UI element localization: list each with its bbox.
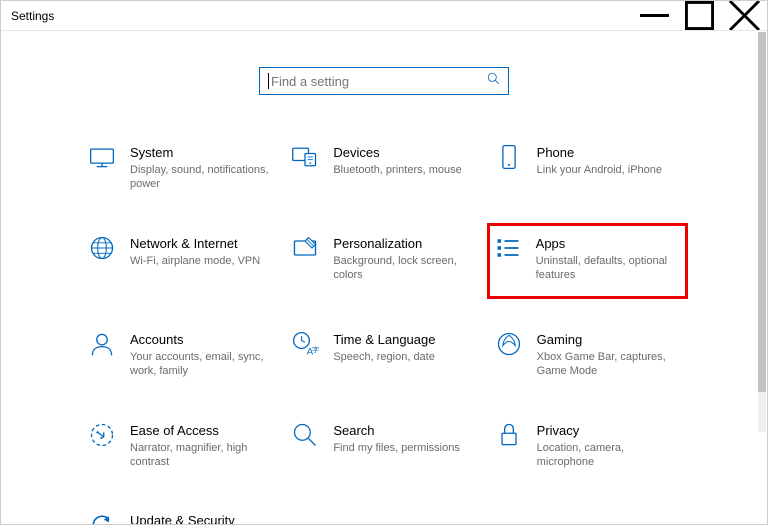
tile-privacy[interactable]: Privacy Location, camera, microphone: [491, 415, 684, 476]
scrollbar-thumb[interactable]: [758, 32, 766, 392]
tile-desc: Background, lock screen, colors: [333, 254, 476, 283]
update-icon: [88, 511, 116, 524]
tile-accounts[interactable]: Accounts Your accounts, email, sync, wor…: [84, 324, 277, 385]
tile-text: Devices Bluetooth, printers, mouse: [333, 143, 476, 177]
tile-text: Apps Uninstall, defaults, optional featu…: [536, 234, 681, 283]
tile-time[interactable]: A字 Time & Language Speech, region, date: [287, 324, 480, 385]
tile-desc: Bluetooth, printers, mouse: [333, 163, 476, 177]
maximize-button[interactable]: [677, 1, 722, 30]
close-button[interactable]: [722, 1, 767, 30]
tile-desc: Location, camera, microphone: [537, 441, 680, 470]
tile-desc: Display, sound, notifications, power: [130, 163, 273, 192]
devices-icon: [291, 143, 319, 171]
tile-text: Update & Security Windows Update, recove…: [130, 511, 273, 524]
ease-of-access-icon: [88, 421, 116, 449]
tile-desc: Xbox Game Bar, captures, Game Mode: [537, 350, 680, 379]
text-cursor: [268, 73, 269, 89]
tile-text: Phone Link your Android, iPhone: [537, 143, 680, 177]
system-icon: [88, 143, 116, 171]
tile-text: Time & Language Speech, region, date: [333, 330, 476, 364]
search-container: [1, 67, 767, 95]
tile-ease[interactable]: Ease of Access Narrator, magnifier, high…: [84, 415, 277, 476]
window-title: Settings: [11, 9, 54, 23]
tile-text: System Display, sound, notifications, po…: [130, 143, 273, 192]
tile-text: Gaming Xbox Game Bar, captures, Game Mod…: [537, 330, 680, 379]
tile-phone[interactable]: Phone Link your Android, iPhone: [491, 137, 684, 198]
search-input[interactable]: [271, 74, 487, 89]
tile-desc: Your accounts, email, sync, work, family: [130, 350, 273, 379]
scrollbar[interactable]: [758, 32, 766, 432]
globe-icon: [88, 234, 116, 262]
tile-text: Ease of Access Narrator, magnifier, high…: [130, 421, 273, 470]
tile-title: Time & Language: [333, 332, 476, 347]
lock-icon: [495, 421, 523, 449]
minimize-button[interactable]: [632, 1, 677, 30]
accounts-icon: [88, 330, 116, 358]
tile-text: Accounts Your accounts, email, sync, wor…: [130, 330, 273, 379]
tile-devices[interactable]: Devices Bluetooth, printers, mouse: [287, 137, 480, 198]
tile-text: Privacy Location, camera, microphone: [537, 421, 680, 470]
tile-title: Gaming: [537, 332, 680, 347]
tile-desc: Narrator, magnifier, high contrast: [130, 441, 273, 470]
tile-search[interactable]: Search Find my files, permissions: [287, 415, 480, 476]
search-icon: [487, 72, 500, 90]
time-language-icon: A字: [291, 330, 319, 358]
tile-title: Network & Internet: [130, 236, 273, 251]
tile-text: Personalization Background, lock screen,…: [333, 234, 476, 283]
tile-system[interactable]: System Display, sound, notifications, po…: [84, 137, 277, 198]
svg-text:字: 字: [312, 345, 319, 354]
tile-gaming[interactable]: Gaming Xbox Game Bar, captures, Game Mod…: [491, 324, 684, 385]
search-box[interactable]: [259, 67, 509, 95]
tile-desc: Link your Android, iPhone: [537, 163, 680, 177]
tile-title: Ease of Access: [130, 423, 273, 438]
tile-title: Search: [333, 423, 476, 438]
tile-title: Personalization: [333, 236, 476, 251]
tile-desc: Wi-Fi, airplane mode, VPN: [130, 254, 273, 268]
tile-title: System: [130, 145, 273, 160]
tile-title: Apps: [536, 236, 681, 251]
window-controls: [632, 1, 767, 30]
gaming-icon: [495, 330, 523, 358]
tile-network[interactable]: Network & Internet Wi-Fi, airplane mode,…: [84, 228, 277, 295]
tile-desc: Speech, region, date: [333, 350, 476, 364]
settings-grid: System Display, sound, notifications, po…: [84, 137, 684, 524]
tile-update[interactable]: Update & Security Windows Update, recove…: [84, 505, 277, 524]
tile-text: Network & Internet Wi-Fi, airplane mode,…: [130, 234, 273, 268]
tile-title: Phone: [537, 145, 680, 160]
tile-title: Update & Security: [130, 513, 273, 524]
tile-title: Accounts: [130, 332, 273, 347]
apps-icon: [494, 234, 522, 262]
content-area: System Display, sound, notifications, po…: [1, 31, 767, 524]
tile-text: Search Find my files, permissions: [333, 421, 476, 455]
tile-apps[interactable]: Apps Uninstall, defaults, optional featu…: [487, 223, 688, 300]
tile-desc: Find my files, permissions: [333, 441, 476, 455]
personalization-icon: [291, 234, 319, 262]
tile-title: Devices: [333, 145, 476, 160]
titlebar: Settings: [1, 1, 767, 31]
magnifier-icon: [291, 421, 319, 449]
tile-desc: Uninstall, defaults, optional features: [536, 254, 681, 283]
phone-icon: [495, 143, 523, 171]
tile-title: Privacy: [537, 423, 680, 438]
tile-personalization[interactable]: Personalization Background, lock screen,…: [287, 228, 480, 295]
